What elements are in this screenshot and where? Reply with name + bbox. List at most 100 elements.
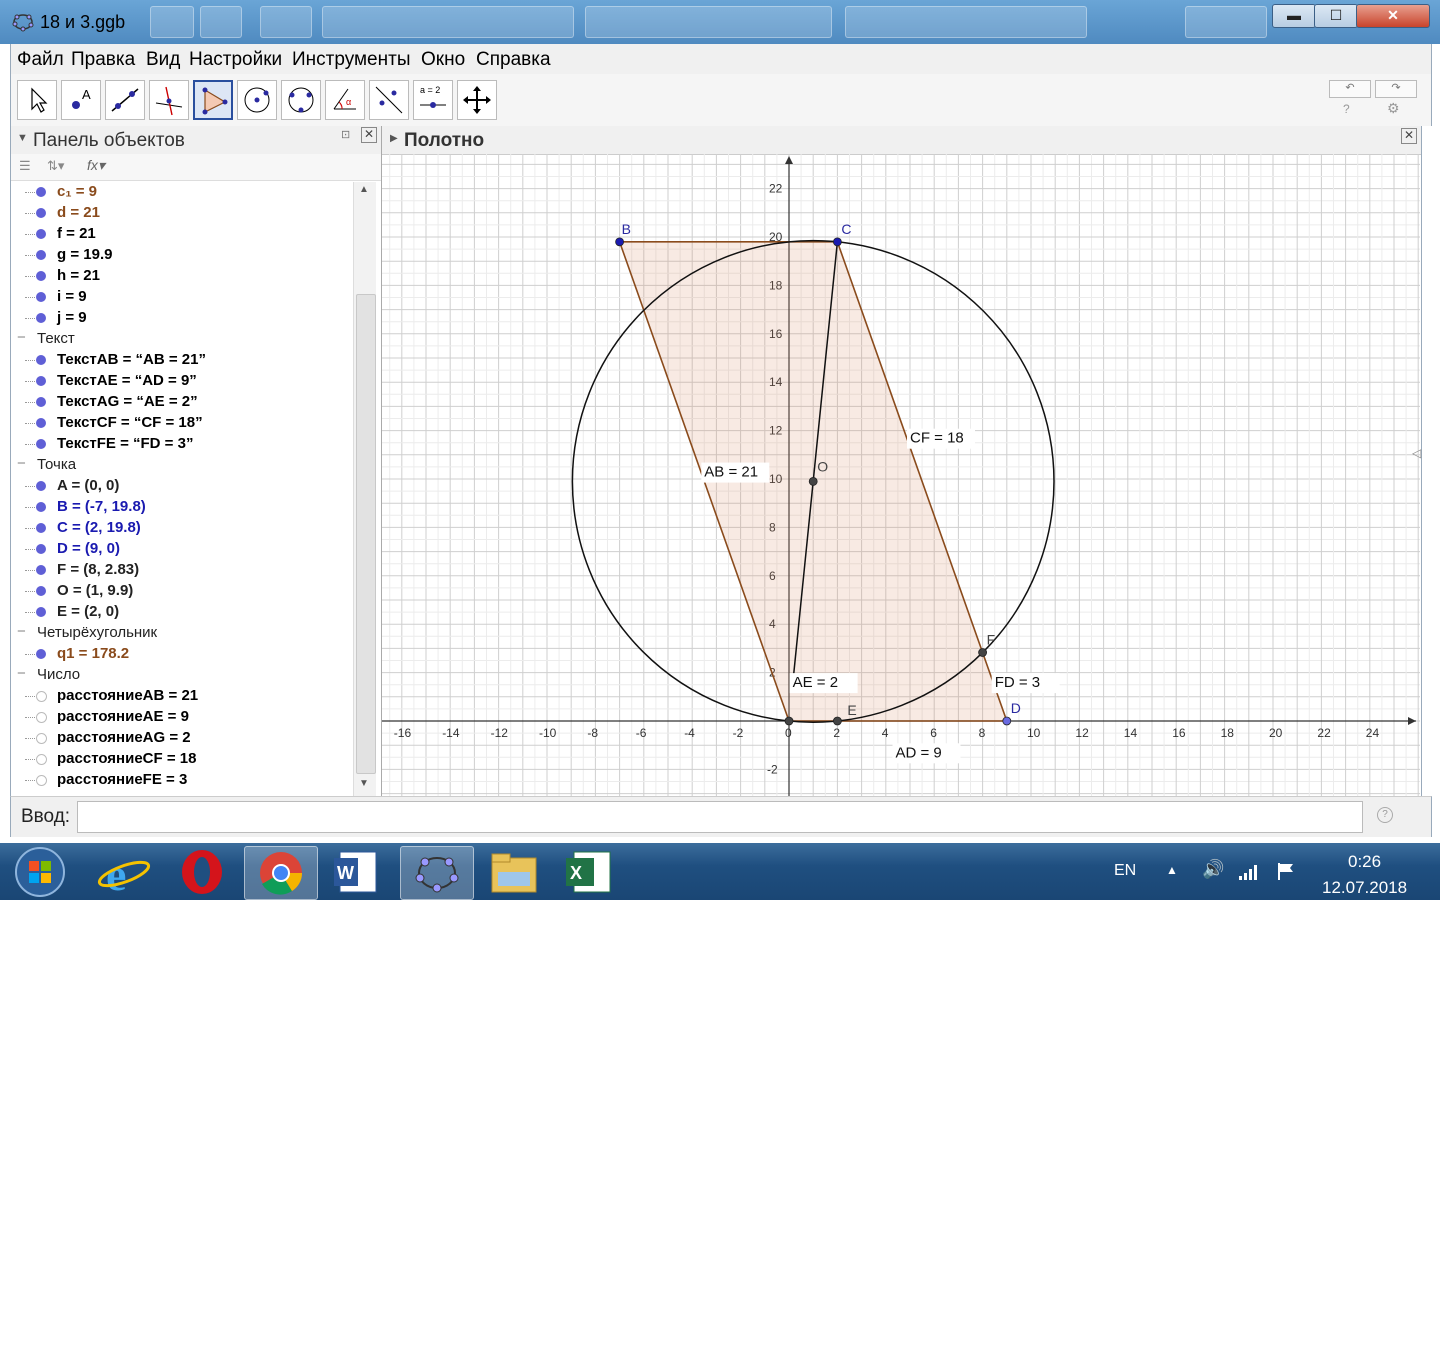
visibility-toggle-icon[interactable] — [36, 376, 46, 386]
menu-tools[interactable]: Инструменты — [292, 49, 410, 71]
minimize-button[interactable]: ▬ — [1272, 4, 1316, 28]
visibility-toggle-icon[interactable] — [36, 439, 46, 449]
perpendicular-tool-button[interactable] — [149, 80, 189, 120]
visibility-toggle-icon[interactable] — [36, 586, 46, 596]
algebra-distance-item[interactable]: расстояниеAG = 2 — [11, 728, 351, 749]
action-center-flag-icon[interactable] — [1276, 861, 1296, 881]
tray-clock-time[interactable]: 0:26 — [1348, 852, 1381, 872]
slider-tool-button[interactable]: a = 2 — [413, 80, 453, 120]
menu-view[interactable]: Вид — [146, 49, 180, 71]
algebra-number-item[interactable]: j = 9 — [11, 308, 351, 329]
algebra-category-point[interactable]: − Точка — [11, 455, 351, 476]
taskbar-opera[interactable] — [166, 846, 238, 898]
angle-tool-button[interactable]: α — [325, 80, 365, 120]
taskbar-file-explorer[interactable] — [478, 846, 550, 898]
tray-clock-date[interactable]: 12.07.2018 — [1322, 878, 1407, 898]
visibility-toggle-icon[interactable] — [36, 754, 47, 765]
taskbar-chrome[interactable] — [244, 846, 318, 900]
menu-window[interactable]: Окно — [421, 49, 465, 71]
algebra-number-item[interactable]: g = 19.9 — [11, 245, 351, 266]
visibility-toggle-icon[interactable] — [36, 229, 46, 239]
algebra-number-item[interactable]: h = 21 — [11, 266, 351, 287]
start-button-icon[interactable] — [12, 845, 68, 899]
circle-three-points-tool-button[interactable] — [281, 80, 321, 120]
visibility-toggle-icon[interactable] — [36, 292, 46, 302]
algebra-distance-item[interactable]: расстояниеFE = 3 — [11, 770, 351, 791]
line-tool-button[interactable] — [105, 80, 145, 120]
circle-tool-button[interactable] — [237, 80, 277, 120]
algebra-text-item[interactable]: ТекстCF = “CF = 18” — [11, 413, 351, 434]
visibility-toggle-icon[interactable] — [36, 355, 46, 365]
measurement-label[interactable]: AB = 21 — [704, 464, 758, 481]
undo-button[interactable]: ↶ — [1329, 80, 1371, 98]
list-view-icon[interactable]: ☰ — [19, 158, 31, 174]
polygon-tool-button[interactable] — [193, 80, 233, 120]
taskbar-geogebra[interactable] — [400, 846, 474, 900]
geometry-canvas[interactable]: -16 -14 -12 -10 -8 -6 -4 -2 0 2 4 6 8 10 12 14 16 18 20 22 2… — [382, 154, 1420, 796]
visibility-toggle-icon[interactable] — [36, 313, 46, 323]
algebra-scrollbar[interactable]: ▲ ▼ — [353, 182, 376, 796]
move-tool-button[interactable] — [17, 80, 57, 120]
close-panel-icon[interactable]: ✕ — [361, 127, 377, 143]
algebra-text-item[interactable]: ТекстAE = “AD = 9” — [11, 371, 351, 392]
side-panel-toggle-icon[interactable]: ◁ — [1412, 446, 1421, 460]
menu-help[interactable]: Справка — [476, 49, 551, 71]
scroll-down-icon[interactable]: ▼ — [359, 778, 369, 789]
algebra-point-item[interactable]: F = (8, 2.83) — [11, 560, 351, 581]
algebra-distance-item[interactable]: расстояниеCF = 18 — [11, 749, 351, 770]
visibility-toggle-icon[interactable] — [36, 607, 46, 617]
fx-icon[interactable]: fx▾ — [87, 157, 105, 174]
sort-icon[interactable]: ⇅▾ — [47, 158, 64, 174]
menu-file[interactable]: Файл — [17, 49, 64, 71]
point-c[interactable] — [832, 237, 842, 247]
collapse-minus-icon[interactable]: − — [17, 665, 26, 682]
algebra-number-item[interactable]: f = 21 — [11, 224, 351, 245]
taskbar-excel[interactable]: X — [554, 846, 626, 898]
collapse-minus-icon[interactable]: − — [17, 329, 26, 346]
move-view-tool-button[interactable] — [457, 80, 497, 120]
point-a[interactable] — [784, 716, 794, 726]
visibility-toggle-icon[interactable] — [36, 733, 47, 744]
algebra-text-item[interactable]: ТекстAG = “AE = 2” — [11, 392, 351, 413]
input-field[interactable] — [77, 801, 1363, 833]
visibility-toggle-icon[interactable] — [36, 481, 46, 491]
algebra-number-item[interactable]: i = 9 — [11, 287, 351, 308]
visibility-toggle-icon[interactable] — [36, 208, 46, 218]
undock-icon[interactable]: ⊡ — [341, 128, 350, 141]
collapse-minus-icon[interactable]: − — [17, 623, 26, 640]
scroll-up-icon[interactable]: ▲ — [359, 184, 369, 195]
visibility-toggle-icon[interactable] — [36, 187, 46, 197]
help-icon[interactable]: ? — [1343, 102, 1350, 116]
point-b[interactable] — [615, 237, 625, 247]
algebra-point-item[interactable]: C = (2, 19.8) — [11, 518, 351, 539]
visibility-toggle-icon[interactable] — [36, 271, 46, 281]
gear-icon[interactable]: ⚙ — [1387, 100, 1400, 117]
visibility-toggle-icon[interactable] — [36, 502, 46, 512]
tray-language[interactable]: EN — [1114, 862, 1136, 880]
visibility-toggle-icon[interactable] — [36, 649, 46, 659]
point-e[interactable] — [832, 716, 842, 726]
maximize-button[interactable]: ☐ — [1314, 4, 1358, 28]
algebra-point-item[interactable]: O = (1, 9.9) — [11, 581, 351, 602]
algebra-category-quadrilateral[interactable]: − Четырёхугольник — [11, 623, 351, 644]
close-panel-icon[interactable]: ✕ — [1401, 128, 1417, 144]
measurement-label[interactable]: AE = 2 — [793, 674, 838, 691]
measurement-label[interactable]: CF = 18 — [910, 430, 964, 447]
network-signal-icon[interactable] — [1238, 863, 1258, 881]
algebra-text-item[interactable]: ТекстAB = “AB = 21” — [11, 350, 351, 371]
expand-triangle-icon[interactable]: ▶ — [390, 133, 398, 144]
algebra-distance-item[interactable]: расстояниеAE = 9 — [11, 707, 351, 728]
algebra-point-item[interactable]: D = (9, 0) — [11, 539, 351, 560]
visibility-toggle-icon[interactable] — [36, 775, 47, 786]
taskbar-internet-explorer[interactable]: e — [88, 846, 160, 900]
visibility-toggle-icon[interactable] — [36, 418, 46, 428]
collapse-triangle-icon[interactable]: ▼ — [17, 132, 28, 144]
visibility-toggle-icon[interactable] — [36, 712, 47, 723]
visibility-toggle-icon[interactable] — [36, 523, 46, 533]
algebra-point-item[interactable]: A = (0, 0) — [11, 476, 351, 497]
algebra-number-item[interactable]: d = 21 — [11, 203, 351, 224]
reflect-tool-button[interactable] — [369, 80, 409, 120]
point-d[interactable] — [1002, 716, 1012, 726]
menu-edit[interactable]: Правка — [71, 49, 135, 71]
algebra-text-item[interactable]: ТекстFE = “FD = 3” — [11, 434, 351, 455]
